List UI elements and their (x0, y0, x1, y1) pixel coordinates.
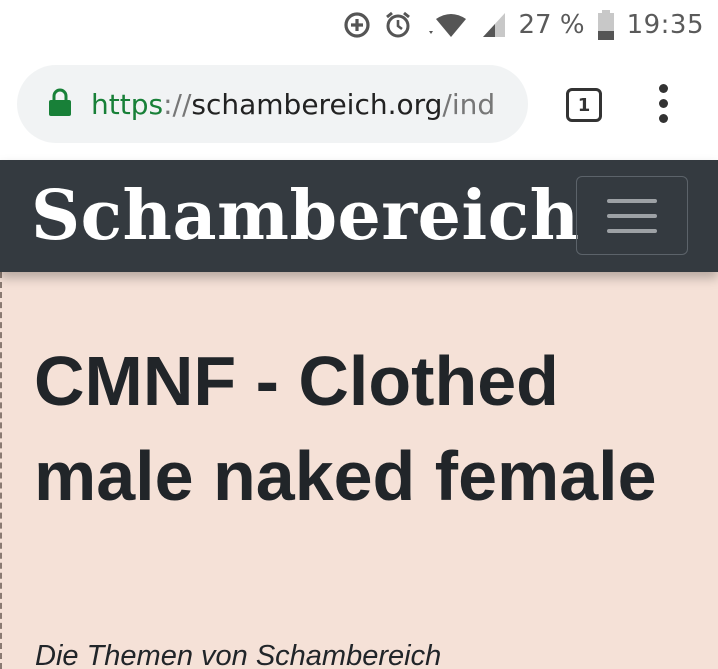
url-host: schambereich.org (191, 87, 443, 121)
url-scheme: https (91, 87, 164, 121)
data-saver-icon (343, 11, 371, 39)
tab-switcher-button[interactable]: 1 (566, 88, 602, 122)
url-separator: :// (163, 87, 192, 121)
menu-dot-icon (659, 114, 668, 123)
page-subtitle: Die Themen von Schambereich (35, 640, 442, 669)
tab-count: 1 (577, 94, 591, 116)
page-title: CMNF - Clothed male naked female (34, 342, 657, 515)
wifi-icon (425, 11, 469, 39)
status-bar: 27 % 19:35 (0, 0, 718, 50)
clock-time: 19:35 (626, 10, 704, 40)
battery-percent: 27 % (518, 10, 585, 40)
hamburger-line-icon (607, 229, 657, 233)
battery-icon (597, 10, 615, 40)
lock-icon[interactable] (47, 88, 91, 121)
browser-toolbar: https://schambereich.org/ind 1 (0, 50, 718, 160)
menu-dot-icon (659, 84, 668, 93)
main-content: CMNF - Clothed male naked female Die The… (0, 272, 718, 669)
browser-menu-button[interactable] (652, 84, 676, 124)
hamburger-line-icon (607, 214, 657, 218)
site-navbar: Schambereich (0, 160, 718, 272)
cell-signal-icon (481, 11, 507, 39)
url-path: /ind (442, 87, 496, 121)
menu-dot-icon (659, 99, 668, 108)
address-bar[interactable]: https://schambereich.org/ind (17, 65, 528, 143)
alarm-icon (383, 10, 413, 40)
url-text[interactable]: https://schambereich.org/ind (91, 88, 495, 121)
hamburger-line-icon (607, 199, 657, 203)
hamburger-menu-button[interactable] (576, 176, 688, 255)
site-brand[interactable]: Schambereich (31, 174, 580, 258)
